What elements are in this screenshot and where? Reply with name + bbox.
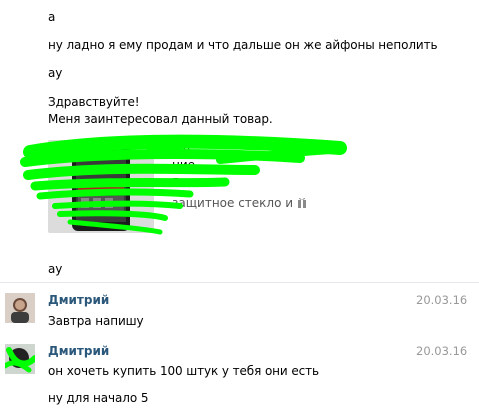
gift-icon [297,196,307,211]
message-text-5: Меня заинтересовал данный товар. [48,112,273,126]
avatar[interactable] [5,344,35,374]
message-text-4: Здравствуйте! [48,95,140,109]
divider [0,282,479,283]
message-text-6: ау [48,262,63,276]
message-text-9: ну для начало 5 [48,391,149,405]
product-description: защитное стекло и [172,196,307,211]
message-text-8: он хочеть купить 100 штук у тебя они ест… [48,364,319,378]
message-text-7: Завтра напишу [48,314,144,328]
author-name[interactable]: Дмитрий [48,293,109,307]
product-attachment[interactable]: РУБЛЕЙ СТОИМОСТИ iPh ние 5. защитное сте… [48,140,348,235]
thumb-label-2: СТОИМОСТИ [76,168,120,175]
product-title[interactable]: iPh [172,142,190,156]
message-text-2: ну ладно я ему продам и что дальше он же… [48,38,438,52]
message-date[interactable]: 20.03.16 [416,344,467,358]
author-name[interactable]: Дмитрий [48,344,109,358]
product-desc-text: защитное стекло и [172,196,294,210]
message-date[interactable]: 20.03.16 [416,293,467,307]
user-photo-icon [5,293,35,323]
message-text-1: а [48,10,56,24]
product-thumbnail[interactable]: РУБЛЕЙ СТОИМОСТИ [48,140,154,233]
message-text-3: ау [48,66,63,80]
thumb-label: РУБЛЕЙ [79,180,112,188]
product-line-3: 5. [172,176,184,190]
product-line-2: ние [172,158,196,172]
avatar[interactable] [5,293,35,323]
user-photo-icon [5,344,35,374]
